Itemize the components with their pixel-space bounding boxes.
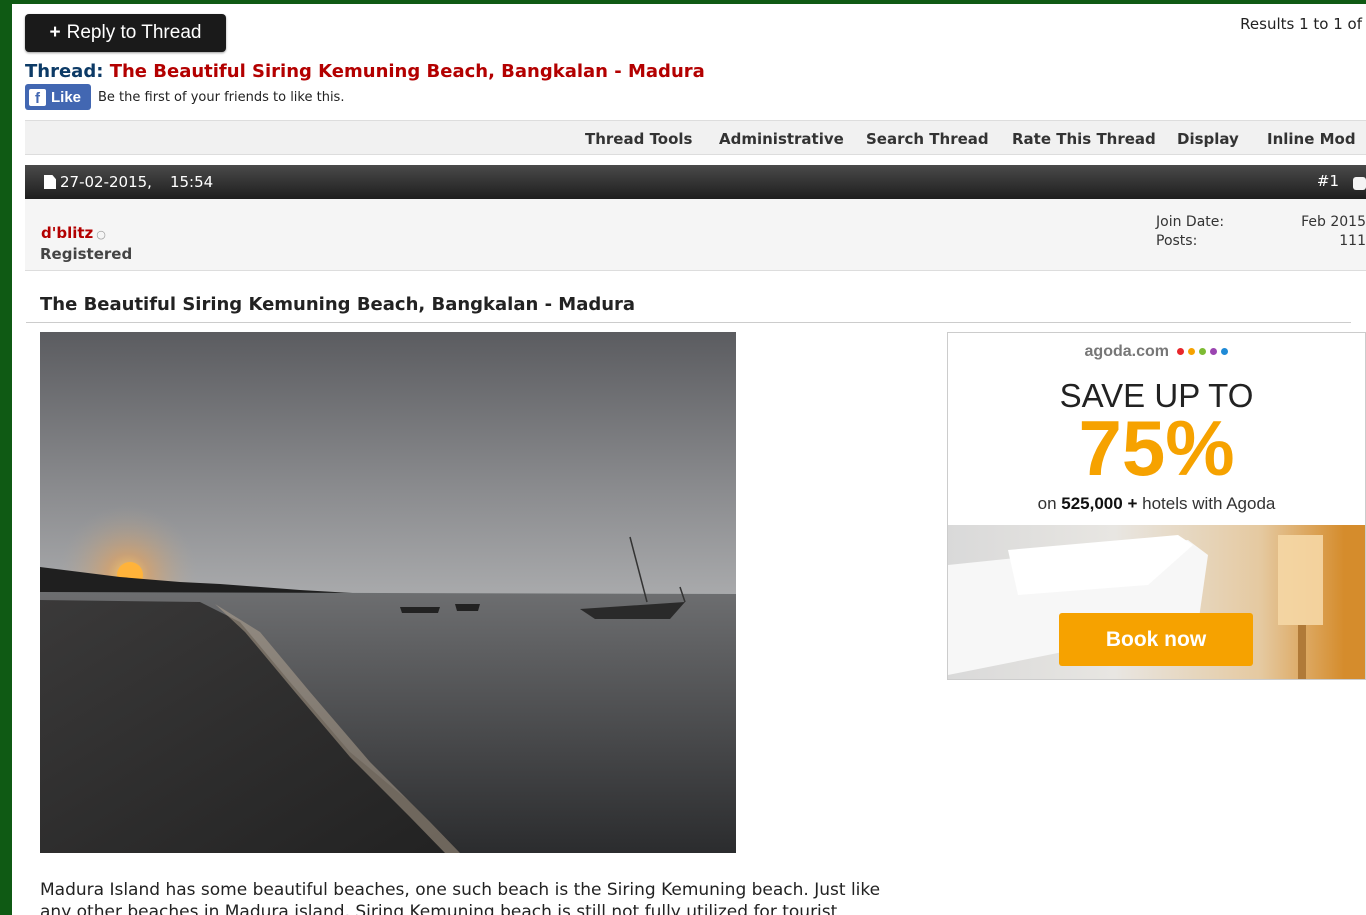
post-body-line-2: any other beaches in Madura island, Siri… <box>40 902 838 915</box>
offline-status-icon: ○ <box>96 228 106 241</box>
plus-icon: + <box>49 22 61 43</box>
user-title: Registered <box>40 245 133 263</box>
post-date: 27-02-2015, 15:54 <box>44 173 213 191</box>
reply-to-thread-label: Reply to Thread <box>66 22 202 43</box>
thread-prefix: Thread: <box>25 61 104 82</box>
username-text: d'blitz <box>41 224 94 242</box>
thread-title-link[interactable]: The Beautiful Siring Kemuning Beach, Ban… <box>110 61 705 82</box>
post-date-text: 27-02-2015, <box>60 173 152 191</box>
user-stats: Join Date: Feb 2015 Posts: 111 <box>1156 213 1366 251</box>
post-number-link[interactable]: #1 <box>1317 172 1339 190</box>
thread-title: Thread: The Beautiful Siring Kemuning Be… <box>25 61 705 82</box>
join-date-label: Join Date: <box>1156 214 1225 230</box>
agoda-brand-text: agoda.com <box>1084 343 1169 360</box>
toolbar-rate-this-thread[interactable]: Rate This Thread <box>1012 130 1156 148</box>
ad-on-text: on <box>1037 494 1057 513</box>
toolbar-search-thread[interactable]: Search Thread <box>866 130 989 148</box>
toolbar-inline-mod[interactable]: Inline Mod <box>1267 130 1356 148</box>
ad-tail-text: hotels with Agoda <box>1142 494 1276 513</box>
ad-subline: on 525,000 + hotels with Agoda <box>948 494 1365 514</box>
username-link[interactable]: d'blitz ○ <box>41 224 106 242</box>
post-body-line-1: Madura Island has some beautiful beaches… <box>40 880 881 900</box>
post-select-checkbox[interactable] <box>1353 177 1366 190</box>
facebook-like-row: f Like Be the first of your friends to l… <box>25 84 344 110</box>
posts-label: Posts: <box>1156 233 1198 249</box>
agoda-dots-icon <box>1177 348 1229 356</box>
facebook-like-button[interactable]: f Like <box>25 84 91 110</box>
post-user-info: d'blitz ○ Registered Join Date: Feb 2015 P… <box>25 199 1366 271</box>
facebook-social-text: Be the first of your friends to like thi… <box>98 89 345 105</box>
thread-toolbar: Thread Tools Administrative Search Threa… <box>25 120 1366 155</box>
forum-page: + Reply to Thread Results 1 to 1 of Thre… <box>12 4 1366 915</box>
toolbar-administrative[interactable]: Administrative <box>719 130 844 148</box>
ad-hotel-count: 525,000 + <box>1061 494 1138 513</box>
results-count: Results 1 to 1 of <box>1240 15 1362 33</box>
facebook-icon: f <box>29 88 46 106</box>
book-now-button[interactable]: Book now <box>1059 613 1253 666</box>
post-body: Madura Island has some beautiful beaches… <box>40 879 960 915</box>
posts-value: 111 <box>1339 233 1366 249</box>
post-title: The Beautiful Siring Kemuning Beach, Ban… <box>26 294 1351 323</box>
agoda-advertisement[interactable]: agoda.com SAVE UP TO 75% on 525,000 + ho… <box>947 332 1366 680</box>
join-date-value: Feb 2015 <box>1301 214 1366 230</box>
agoda-logo: agoda.com <box>948 343 1365 361</box>
post-time-text: 15:54 <box>169 173 214 191</box>
ad-percent: 75% <box>1078 404 1235 492</box>
reply-to-thread-button[interactable]: + Reply to Thread <box>25 14 226 52</box>
facebook-like-label: Like <box>51 88 82 106</box>
beach-sunset-photo <box>40 332 736 853</box>
document-icon <box>44 175 56 189</box>
toolbar-thread-tools[interactable]: Thread Tools <box>585 130 692 148</box>
toolbar-display[interactable]: Display <box>1177 130 1239 148</box>
post-header: 27-02-2015, 15:54 #1 <box>25 165 1366 199</box>
